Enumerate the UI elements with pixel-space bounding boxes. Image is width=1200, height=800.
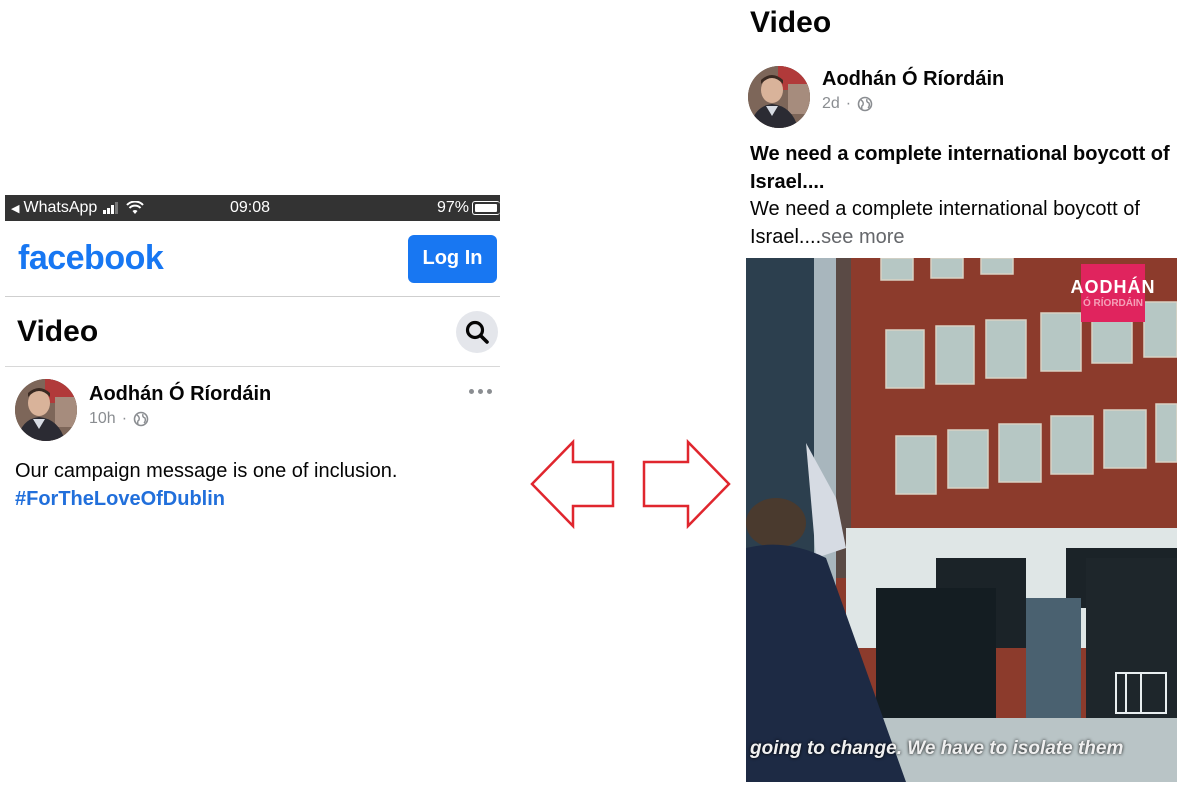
left-screenshot: ◀ WhatsApp 09:08 97% facebook Log In Vid… bbox=[5, 195, 500, 513]
avatar[interactable] bbox=[15, 379, 77, 441]
post-header: Aodhán Ó Ríordáin 2d · bbox=[748, 66, 1004, 128]
post-text: Our campaign message is one of inclusion… bbox=[15, 457, 500, 513]
video-frame bbox=[746, 258, 1177, 782]
post-headline: We need a complete international boycott… bbox=[750, 143, 1170, 193]
arrow-left-icon bbox=[530, 438, 615, 530]
search-button[interactable] bbox=[456, 310, 498, 353]
post-header: Aodhán Ó Ríordáin 10h · bbox=[15, 379, 500, 441]
post-meta: Aodhán Ó Ríordáin 10h · bbox=[89, 383, 271, 428]
facebook-header: facebook Log In bbox=[5, 221, 500, 297]
status-time: 09:08 bbox=[230, 199, 271, 216]
post-sub-meta: 10h · bbox=[89, 410, 271, 428]
comparison-arrows bbox=[530, 438, 731, 530]
cellular-signal-icon bbox=[103, 202, 119, 214]
video-player[interactable]: AODHÁN Ó RÍORDÁIN going to change. We ha… bbox=[746, 258, 1177, 782]
post-author[interactable]: Aodhán Ó Ríordáin bbox=[822, 68, 1004, 91]
post-age[interactable]: 10h bbox=[89, 410, 116, 428]
globe-icon bbox=[857, 96, 873, 112]
avatar[interactable] bbox=[748, 66, 810, 128]
post-body-text: We need a complete international boycott… bbox=[750, 198, 1140, 248]
see-more-link[interactable]: see more bbox=[821, 226, 904, 248]
search-icon bbox=[465, 320, 489, 344]
back-app-label: WhatsApp bbox=[23, 199, 98, 216]
post-age[interactable]: 2d bbox=[822, 95, 840, 113]
arrow-right-icon bbox=[642, 438, 731, 530]
watermark-line1: AODHÁN bbox=[1070, 277, 1156, 297]
post-meta: Aodhán Ó Ríordáin 2d · bbox=[822, 68, 1004, 128]
back-triangle-icon: ◀ bbox=[11, 202, 20, 215]
post-author[interactable]: Aodhán Ó Ríordáin bbox=[89, 383, 271, 406]
video-watermark: AODHÁN Ó RÍORDÁIN bbox=[1071, 264, 1155, 322]
hashtag-link[interactable]: #ForTheLoveOfDublin bbox=[15, 485, 500, 513]
post: Aodhán Ó Ríordáin 10h · Our campaign mes… bbox=[5, 367, 500, 513]
video-section-header: Video bbox=[5, 297, 500, 367]
battery-indicator: 97% bbox=[437, 199, 500, 217]
video-subtitle: going to change. We have to isolate them bbox=[750, 738, 1124, 759]
meta-separator: · bbox=[845, 95, 852, 112]
facebook-logo[interactable]: facebook bbox=[18, 239, 164, 278]
post-body: We need a complete international boycott… bbox=[750, 195, 1180, 251]
battery-icon bbox=[472, 201, 500, 215]
globe-icon bbox=[133, 411, 149, 427]
battery-percent: 97% bbox=[436, 199, 469, 216]
status-bar: ◀ WhatsApp 09:08 97% bbox=[5, 195, 500, 221]
more-options-button[interactable] bbox=[469, 389, 492, 394]
post-sub-meta: 2d · bbox=[822, 95, 1004, 113]
watermark-line2: Ó RÍORDÁIN bbox=[1083, 298, 1143, 309]
wifi-icon bbox=[126, 200, 145, 215]
post-message: Our campaign message is one of inclusion… bbox=[15, 460, 398, 482]
meta-separator: · bbox=[121, 410, 128, 427]
page-title: Video bbox=[750, 6, 832, 39]
back-to-app[interactable]: ◀ WhatsApp bbox=[11, 199, 97, 217]
login-button[interactable]: Log In bbox=[408, 234, 497, 283]
page-title: Video bbox=[17, 314, 99, 348]
